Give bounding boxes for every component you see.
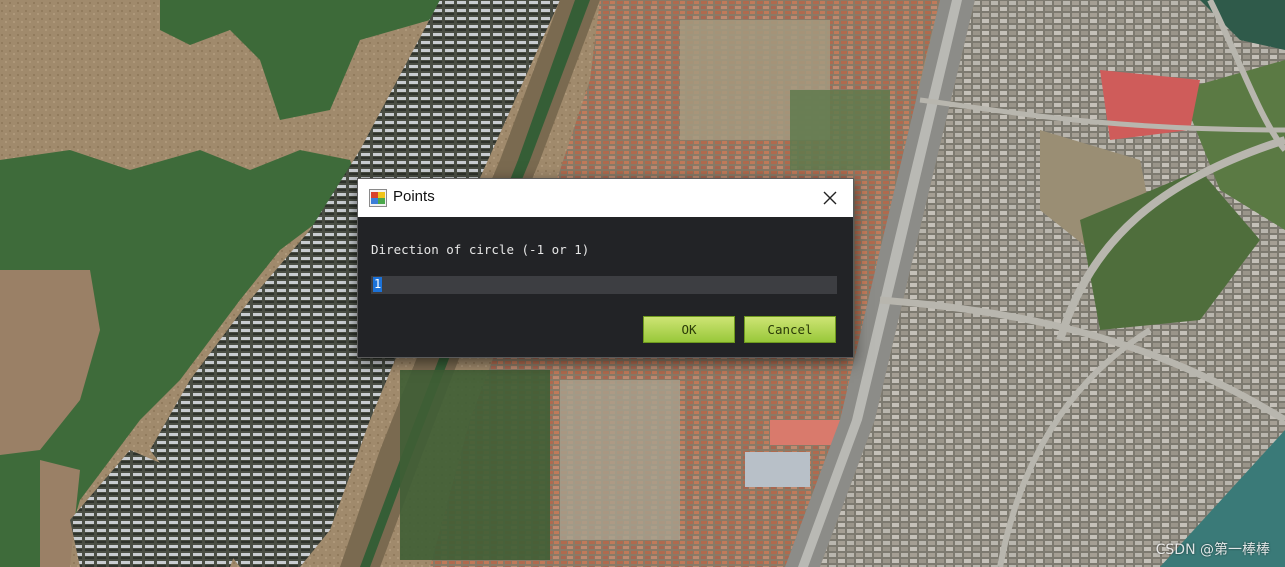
dialog-title: Points (393, 188, 435, 205)
watermark-text: CSDN @第一棒棒 (1155, 542, 1270, 558)
points-dialog: Points Direction of circle (-1 or 1) 1 O… (357, 178, 854, 358)
close-button[interactable] (807, 179, 853, 217)
ok-button[interactable]: OK (643, 316, 735, 343)
direction-input[interactable]: 1 (371, 276, 837, 294)
prompt-label: Direction of circle (-1 or 1) (371, 242, 590, 257)
app-window-icon (369, 189, 387, 207)
cancel-button[interactable]: Cancel (744, 316, 836, 343)
input-selected-text[interactable]: 1 (373, 277, 383, 292)
dialog-titlebar[interactable]: Points (358, 179, 853, 217)
close-icon (823, 191, 837, 205)
